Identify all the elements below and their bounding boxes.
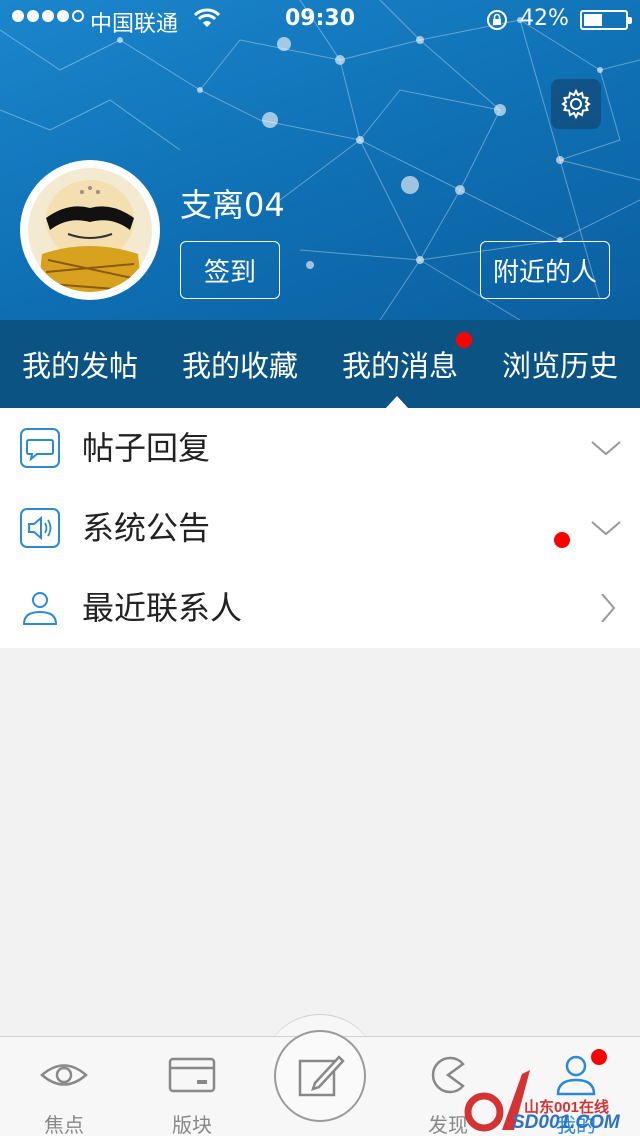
compose-icon <box>298 1055 345 1097</box>
chevron-down-icon[interactable] <box>590 434 622 462</box>
chevron-down-icon[interactable] <box>590 514 622 542</box>
tab-label: 我的收藏 <box>181 349 298 383</box>
battery-percentage: 42% <box>520 6 569 31</box>
unread-badge <box>554 532 570 548</box>
unread-badge <box>456 332 472 348</box>
list-item-recent-contacts[interactable]: 最近联系人 <box>0 568 640 648</box>
tabbar-label: 焦点 <box>44 1113 84 1136</box>
chat-bubble-icon <box>20 428 60 468</box>
username: 支离04 <box>180 186 285 224</box>
speaker-icon <box>20 508 60 548</box>
tab-my-messages[interactable]: 我的消息 <box>320 320 480 408</box>
profile-tabs: 我的发帖 我的收藏 我的消息 浏览历史 <box>0 320 640 408</box>
tab-label: 我的消息 <box>341 349 458 383</box>
list-item-label: 最近联系人 <box>82 589 243 627</box>
compose-post-button[interactable] <box>274 1030 366 1122</box>
list-item-post-replies[interactable]: 帖子回复 <box>0 408 640 488</box>
tab-my-favorites[interactable]: 我的收藏 <box>160 320 320 408</box>
list-item-system-notices[interactable]: 系统公告 <box>0 488 640 568</box>
tab-browse-history[interactable]: 浏览历史 <box>480 320 640 408</box>
tabbar-item-boards[interactable]: 版块 <box>142 1050 242 1136</box>
battery-icon <box>580 10 632 30</box>
list-item-label: 系统公告 <box>82 509 211 547</box>
message-list: 帖子回复 系统公告 最近联系人 <box>0 408 640 648</box>
eye-icon <box>40 1064 88 1086</box>
person-icon <box>22 592 58 625</box>
tab-label: 我的发帖 <box>21 349 138 383</box>
watermark-site: SD001.COM <box>512 1112 620 1133</box>
tab-my-posts[interactable]: 我的发帖 <box>0 320 160 408</box>
gear-icon <box>561 88 591 120</box>
avatar[interactable] <box>20 160 160 300</box>
card-icon <box>168 1057 216 1093</box>
nearby-people-button[interactable]: 附近的人 <box>480 241 610 299</box>
tabbar-label: 版块 <box>172 1113 212 1136</box>
checkin-button[interactable]: 签到 <box>180 241 280 299</box>
status-bar: 中国联通 09:30 42% <box>0 0 640 40</box>
tab-label: 浏览历史 <box>501 349 618 383</box>
settings-button[interactable] <box>551 79 601 129</box>
tabbar-item-focus[interactable]: 焦点 <box>14 1050 114 1136</box>
chevron-right-icon[interactable] <box>590 594 622 622</box>
rotation-lock-icon <box>487 10 507 30</box>
avatar-image <box>28 168 152 292</box>
profile-header: 中国联通 09:30 42% 支离04 签到 附近的人 <box>0 0 640 320</box>
active-tab-indicator <box>386 396 408 408</box>
list-item-label: 帖子回复 <box>82 429 211 467</box>
